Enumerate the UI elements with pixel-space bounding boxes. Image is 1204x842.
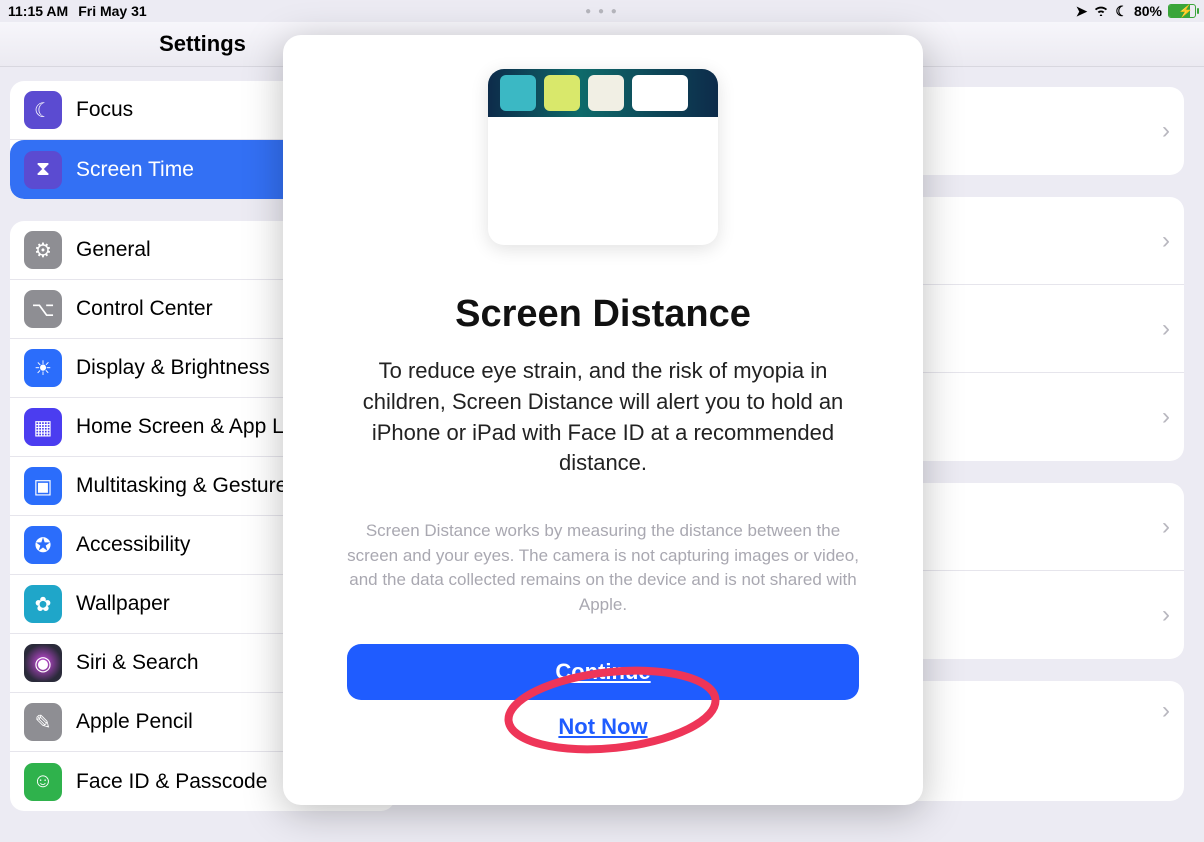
status-date: Fri May 31 (78, 3, 146, 19)
battery-percent: 80% (1134, 3, 1162, 19)
screen-distance-modal: Screen Distance To reduce eye strain, an… (283, 35, 923, 805)
location-icon: ➤ (1076, 3, 1088, 20)
not-now-button[interactable]: Not Now (558, 714, 647, 740)
chevron-right-icon: › (1162, 315, 1170, 343)
wifi-icon (1093, 3, 1109, 20)
battery-icon: ⚡ (1168, 4, 1196, 18)
modal-description: To reduce eye strain, and the risk of my… (347, 356, 859, 479)
status-time: 11:15 AM (8, 3, 68, 19)
modal-fineprint: Screen Distance works by measuring the d… (347, 519, 859, 618)
hourglass-icon: ⧗ (24, 151, 62, 189)
chevron-right-icon: › (1162, 403, 1170, 431)
moon-icon: ☾ (24, 91, 62, 129)
pencil-icon: ✎ (24, 703, 62, 741)
status-bar: 11:15 AM Fri May 31 ● ● ● ➤ ☾ 80% ⚡ (0, 0, 1204, 22)
window-icon: ▣ (24, 467, 62, 505)
accessibility-icon: ✪ (24, 526, 62, 564)
chevron-right-icon: › (1162, 227, 1170, 255)
moon-icon: ☾ (1115, 3, 1128, 20)
chevron-right-icon: › (1162, 697, 1170, 725)
continue-button[interactable]: Continue (347, 644, 859, 700)
faceid-icon: ☺ (24, 763, 62, 801)
multitasking-dots-icon[interactable]: ● ● ● (585, 6, 619, 17)
gear-icon: ⚙ (24, 231, 62, 269)
modal-title: Screen Distance (455, 293, 751, 336)
grid-icon: ▦ (24, 408, 62, 446)
chevron-right-icon: › (1162, 117, 1170, 145)
modal-hero-graphic (488, 69, 718, 245)
chevron-right-icon: › (1162, 601, 1170, 629)
siri-icon: ◉ (24, 644, 62, 682)
sun-icon: ☀ (24, 349, 62, 387)
flower-icon: ✿ (24, 585, 62, 623)
toggles-icon: ⌥ (24, 290, 62, 328)
chevron-right-icon: › (1162, 513, 1170, 541)
